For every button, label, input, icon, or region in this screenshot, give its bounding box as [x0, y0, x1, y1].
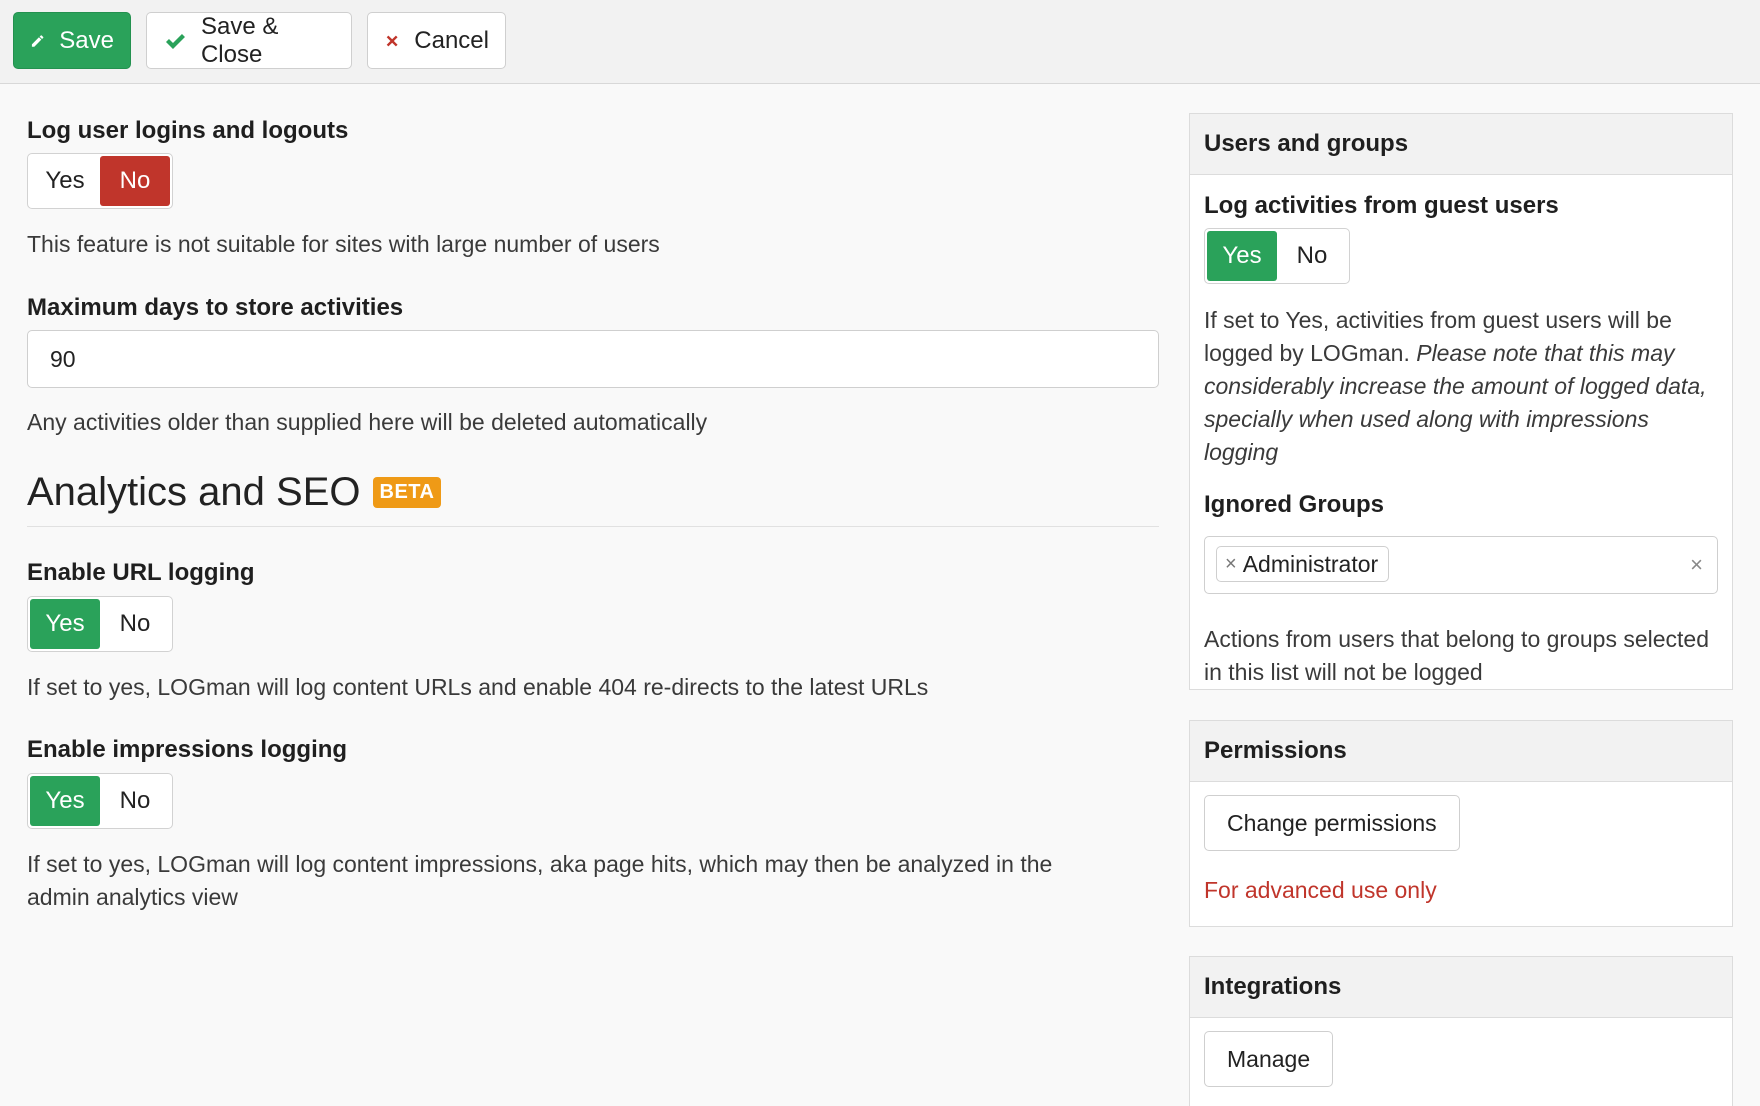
ignored-groups-select[interactable]: × Administrator ×	[1204, 536, 1718, 594]
impressions-logging-toggle: Yes No	[27, 773, 173, 829]
max-days-input[interactable]: 90	[27, 330, 1159, 388]
save-close-button[interactable]: Save & Close	[146, 12, 352, 69]
guest-users-toggle: Yes No	[1204, 228, 1350, 284]
url-logging-toggle: Yes No	[27, 596, 173, 652]
selected-group-label: Administrator	[1242, 550, 1379, 577]
pencil-icon	[31, 34, 44, 47]
users-groups-panel-title: Users and groups	[1190, 114, 1732, 175]
clear-selection-icon[interactable]: ×	[1690, 552, 1703, 578]
integrations-panel-title: Integrations	[1190, 957, 1732, 1018]
permissions-panel: Permissions Change permissions For advan…	[1189, 720, 1733, 927]
impressions-help-line-1: If set to yes, LOGman will log content i…	[27, 851, 1053, 877]
manage-integrations-button[interactable]: Manage	[1204, 1031, 1334, 1087]
impressions-logging-yes-option[interactable]: Yes	[30, 776, 100, 826]
save-close-button-label: Save & Close	[200, 12, 279, 68]
max-days-help: Any activities older than supplied here …	[27, 409, 708, 435]
url-logging-no-option[interactable]: No	[100, 599, 170, 649]
impressions-logging-no-option[interactable]: No	[100, 776, 170, 826]
cross-icon	[386, 35, 398, 46]
url-logging-label: Enable URL logging	[27, 559, 255, 586]
guest-users-label: Log activities from guest users	[1204, 192, 1559, 219]
save-button[interactable]: Save	[13, 12, 131, 69]
section-divider	[27, 526, 1159, 527]
users-groups-panel: Users and groups Log activities from gue…	[1189, 113, 1733, 690]
impressions-logging-label: Enable impressions logging	[27, 736, 348, 763]
url-logging-yes-option[interactable]: Yes	[30, 599, 100, 649]
max-days-label: Maximum days to store activities	[27, 294, 404, 321]
change-permissions-button[interactable]: Change permissions	[1204, 795, 1460, 851]
analytics-section-heading: Analytics and SEO BETA	[27, 470, 442, 515]
guest-users-yes-option[interactable]: Yes	[1207, 231, 1277, 281]
log-logins-help: This feature is not suitable for sites w…	[27, 231, 660, 257]
guest-users-help: If set to Yes, activities from guest use…	[1204, 304, 1714, 469]
save-button-label: Save	[59, 26, 114, 54]
log-logins-no-option[interactable]: No	[100, 156, 170, 206]
cancel-button[interactable]: Cancel	[367, 12, 506, 69]
impressions-help-line-2: admin analytics view	[27, 884, 238, 910]
integrations-panel: Integrations Manage	[1189, 956, 1733, 1106]
log-logins-label: Log user logins and logouts	[27, 117, 349, 144]
toolbar: Save Save & Close Cancel	[0, 0, 1760, 84]
log-logins-toggle: Yes No	[27, 153, 173, 209]
ignored-groups-label: Ignored Groups	[1204, 491, 1384, 518]
analytics-section-title: Analytics and SEO	[27, 470, 361, 514]
check-icon	[165, 33, 185, 49]
permissions-panel-title: Permissions	[1190, 721, 1732, 782]
beta-badge: BETA	[372, 477, 442, 508]
selected-group-chip: × Administrator	[1216, 546, 1390, 582]
remove-chip-icon[interactable]: ×	[1225, 553, 1237, 576]
impressions-logging-help: If set to yes, LOGman will log content i…	[27, 848, 1052, 914]
ignored-groups-help: Actions from users that belong to groups…	[1204, 626, 1710, 685]
guest-users-no-option[interactable]: No	[1277, 231, 1347, 281]
advanced-use-warning: For advanced use only	[1204, 877, 1437, 903]
log-logins-yes-option[interactable]: Yes	[30, 156, 100, 206]
url-logging-help: If set to yes, LOGman will log content U…	[27, 674, 929, 700]
cancel-button-label: Cancel	[414, 26, 489, 54]
